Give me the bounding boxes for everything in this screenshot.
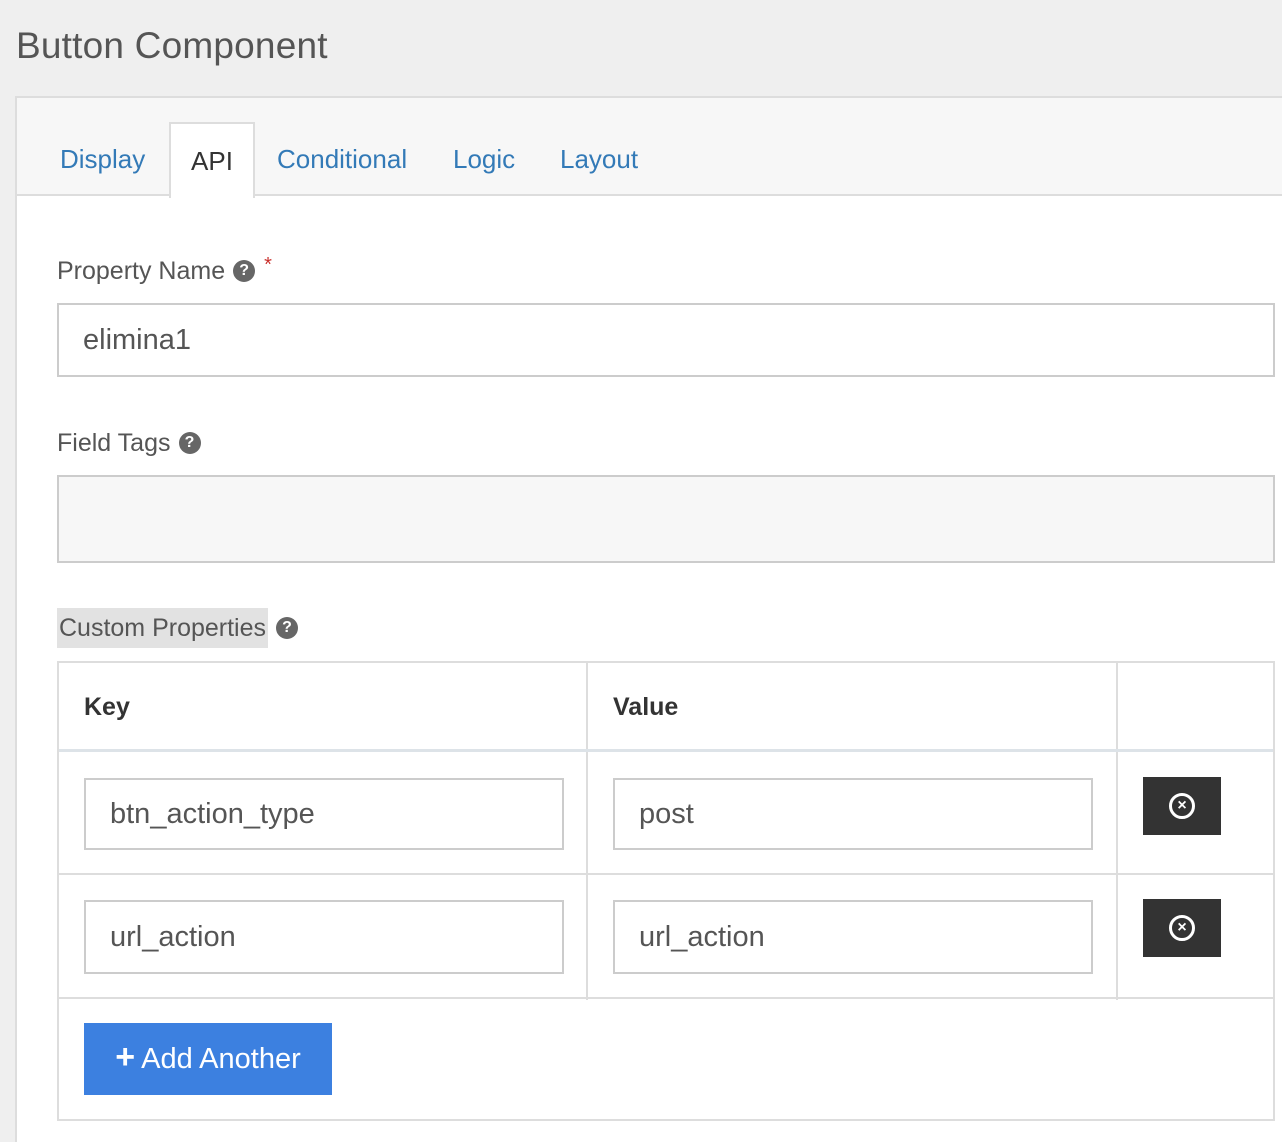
add-another-label: Add Another — [141, 1042, 301, 1075]
property-name-label-text: Property Name — [57, 257, 226, 285]
add-another-button[interactable]: + Add Another — [84, 1023, 332, 1095]
row-divider — [59, 997, 1273, 999]
custom-properties-table: Key Value btn_action_type post × url_act… — [57, 661, 1275, 1121]
tab-conditional[interactable]: Conditional — [277, 98, 407, 196]
times-circle-icon: × — [1169, 793, 1195, 819]
times-circle-icon: × — [1169, 915, 1195, 941]
column-divider — [1116, 663, 1118, 1000]
value-input[interactable]: url_action — [613, 900, 1093, 974]
question-circle-icon[interactable]: ? — [276, 617, 299, 639]
value-input[interactable]: post — [613, 778, 1093, 850]
tab-logic[interactable]: Logic — [453, 98, 515, 196]
plus-icon: + — [115, 1038, 136, 1076]
header-divider — [59, 749, 1273, 752]
remove-row-button[interactable]: × — [1143, 899, 1221, 957]
title-bar: Button Component — [0, 0, 1282, 96]
column-header-value: Value — [613, 692, 679, 721]
question-circle-icon[interactable]: ? — [233, 260, 256, 282]
tab-layout[interactable]: Layout — [560, 98, 638, 196]
required-marker: * — [264, 254, 272, 276]
custom-properties-label-text: Custom Properties — [57, 608, 269, 648]
tab-display[interactable]: Display — [60, 98, 145, 196]
custom-properties-label: Custom Properties ? — [57, 608, 299, 648]
field-tags-input[interactable] — [57, 475, 1275, 563]
property-name-label: Property Name ? * — [57, 254, 272, 286]
column-header-key: Key — [84, 692, 130, 721]
field-tags-label-text: Field Tags — [57, 429, 171, 457]
field-tags-label: Field Tags ? — [57, 428, 201, 458]
question-circle-icon[interactable]: ? — [178, 432, 201, 454]
tabs-bar: Display API Conditional Logic Layout — [17, 98, 1282, 198]
remove-row-button[interactable]: × — [1143, 777, 1221, 835]
component-settings-panel: Display API Conditional Logic Layout Pro… — [15, 96, 1282, 1142]
tab-api[interactable]: API — [169, 122, 255, 198]
column-divider — [586, 663, 588, 1000]
row-divider — [59, 873, 1273, 875]
key-input[interactable]: btn_action_type — [84, 778, 564, 850]
page-title: Button Component — [16, 25, 328, 66]
key-input[interactable]: url_action — [84, 900, 564, 974]
property-name-input[interactable]: elimina1 — [57, 303, 1275, 377]
